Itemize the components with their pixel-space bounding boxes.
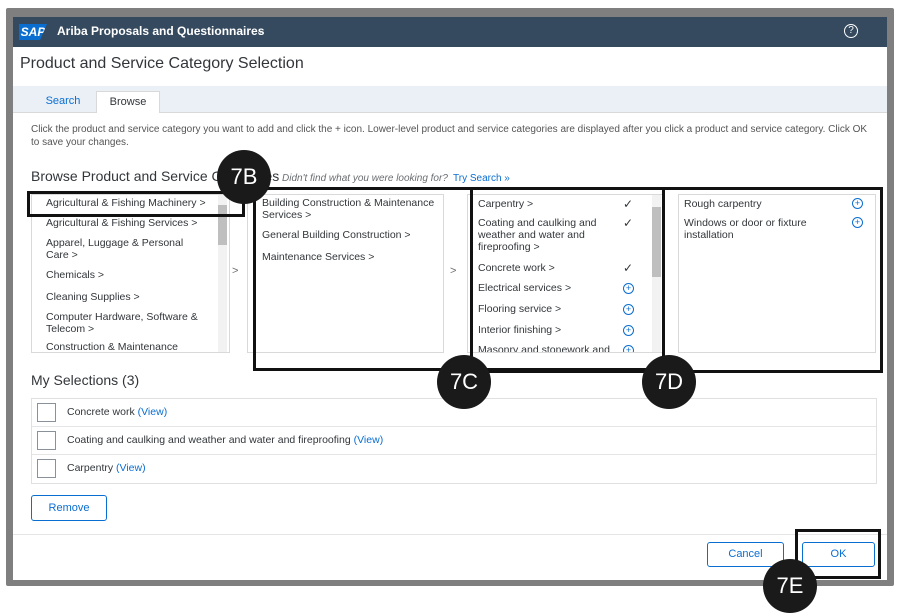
row-checkbox[interactable] <box>37 431 56 450</box>
table-row: Carpentry (View) <box>32 455 876 482</box>
shell-bar: SAP Ariba Proposals and Questionnaires ⌄… <box>13 17 887 47</box>
row-checkbox[interactable] <box>37 403 56 422</box>
chevron-right-icon: > <box>232 265 239 277</box>
help-icon[interactable]: ? <box>844 24 858 38</box>
selection-label: Coating and caulking and weather and wat… <box>67 434 383 446</box>
missing-hint: Didn't find what you were looking for? <box>282 173 448 184</box>
selections-table: Concrete work (View) Coating and caulkin… <box>31 398 877 484</box>
list-item[interactable]: Agricultural & Fishing Services > <box>46 217 197 229</box>
list-item[interactable]: Chemicals > <box>46 269 104 281</box>
selections-title: My Selections (3) <box>31 372 140 388</box>
list-item[interactable]: Construction & Maintenance <box>46 341 178 352</box>
view-link[interactable]: (View) <box>354 434 384 446</box>
category-column-1: Agricultural & Fishing Machinery > Agric… <box>31 194 230 353</box>
list-item[interactable]: Apparel, Luggage & Personal Care > <box>46 237 206 261</box>
callout-7e: 7E <box>763 559 817 613</box>
selection-name: Coating and caulking and weather and wat… <box>67 434 351 446</box>
remove-button[interactable]: Remove <box>31 495 107 521</box>
app-title[interactable]: Ariba Proposals and Questionnaires <box>57 24 264 38</box>
list-item[interactable]: Computer Hardware, Software & Telecom > <box>46 311 206 335</box>
chevron-down-icon[interactable]: ⌄ <box>256 26 264 37</box>
selection-label: Carpentry (View) <box>67 462 146 474</box>
row-checkbox[interactable] <box>37 459 56 478</box>
footer-divider <box>13 534 887 535</box>
try-search-link[interactable]: Try Search » <box>453 173 510 184</box>
selection-name: Concrete work <box>67 406 135 418</box>
highlight-7b <box>27 191 245 217</box>
callout-7d: 7D <box>642 355 696 409</box>
table-row: Coating and caulking and weather and wat… <box>32 427 876 455</box>
callout-7b: 7B <box>217 150 271 204</box>
tab-bar: Search Browse <box>13 86 887 113</box>
view-link[interactable]: (View) <box>116 462 146 474</box>
page-title: Product and Service Category Selection <box>20 55 304 72</box>
selection-label: Concrete work (View) <box>67 406 167 418</box>
cancel-button[interactable]: Cancel <box>707 542 784 567</box>
tab-browse[interactable]: Browse <box>96 91 160 113</box>
highlight-7d <box>470 187 883 373</box>
list-item[interactable]: Cleaning Supplies > <box>46 291 140 303</box>
screenshot-frame: SAP Ariba Proposals and Questionnaires ⌄… <box>0 0 901 613</box>
callout-7c: 7C <box>437 355 491 409</box>
sap-logo: SAP <box>19 24 47 40</box>
view-link[interactable]: (View) <box>138 406 168 418</box>
selection-name: Carpentry <box>67 462 114 474</box>
tab-search[interactable]: Search <box>41 91 85 112</box>
instructions-text: Click the product and service category y… <box>31 124 868 148</box>
